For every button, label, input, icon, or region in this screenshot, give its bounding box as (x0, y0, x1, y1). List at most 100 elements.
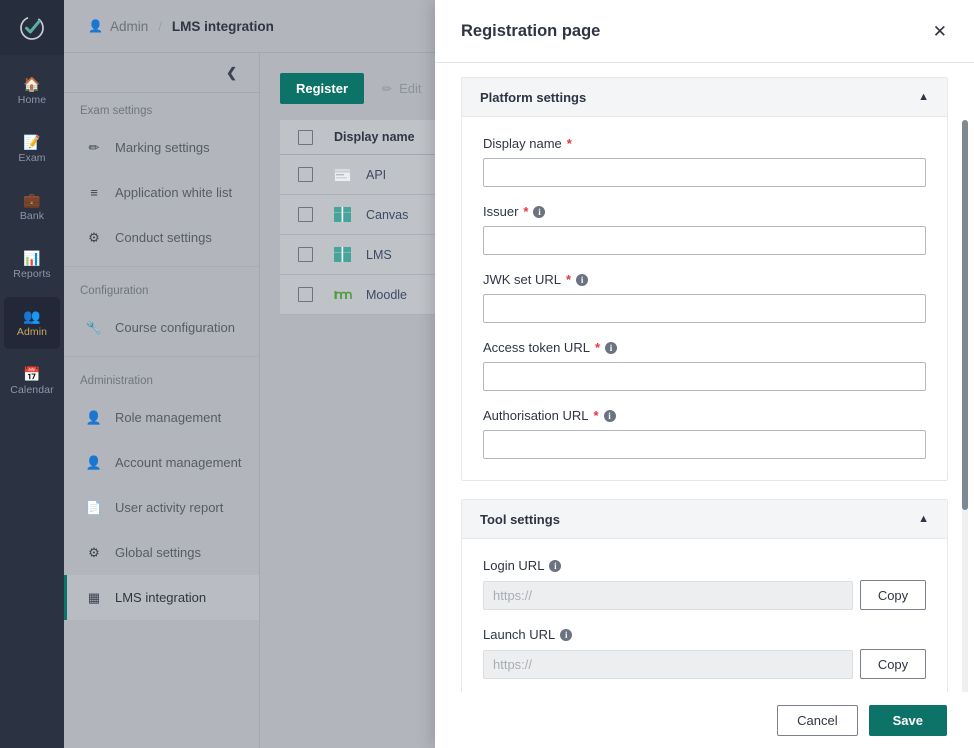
rail-item-bank[interactable]: 💼 Bank (4, 181, 60, 233)
modal-body: Platform settings ▲ Display name * Issue… (435, 63, 974, 692)
display-name-input[interactable] (483, 158, 926, 187)
gear-icon: ⚙ (88, 544, 100, 560)
edit-button: ✏ Edit (370, 73, 433, 104)
field-access-token-url: Access token URL * i (483, 340, 926, 391)
breadcrumb-parent[interactable]: Admin (110, 19, 148, 34)
info-icon[interactable]: i (560, 628, 573, 641)
sidebar-item-user-activity-report[interactable]: 📄 User activity report (64, 485, 259, 530)
tool-settings-header[interactable]: Tool settings ▲ (462, 500, 947, 539)
sidebar-item-marking-settings[interactable]: ✏ Marking settings (64, 125, 259, 170)
admin-user-icon: 👤 (88, 19, 103, 33)
sidebar-item-label: Conduct settings (115, 230, 212, 245)
info-icon[interactable]: i (605, 341, 617, 354)
modal-title: Registration page (461, 21, 601, 40)
sidebar-item-label: Account management (115, 455, 242, 470)
sidebar-divider (64, 356, 259, 357)
rail-item-admin[interactable]: 👥 Admin (4, 297, 60, 349)
jwk-set-url-input[interactable] (483, 294, 926, 323)
row-checkbox[interactable] (298, 167, 313, 182)
required-asterisk: * (594, 340, 600, 355)
sidebar-item-role-management[interactable]: 👤 Role management (64, 395, 259, 440)
rail-item-label: Exam (18, 151, 46, 164)
sidebar-collapse-button[interactable]: ❮ (64, 53, 259, 93)
rail-item-reports[interactable]: 📊 Reports (4, 239, 60, 291)
sidebar-item-lms-integration[interactable]: ▦ LMS integration (64, 575, 259, 620)
canvas-box-icon (334, 207, 352, 223)
sidebar-item-label: Application white list (115, 185, 233, 200)
copy-launch-url-button[interactable]: Copy (860, 649, 926, 679)
row-checkbox[interactable] (298, 287, 313, 302)
sidebar-item-label: User activity report (115, 500, 224, 515)
sidebar-divider (64, 266, 259, 267)
info-icon[interactable]: i (576, 273, 589, 286)
primary-nav-rail: 🏠 Home 📝 Exam 💼 Bank 📊 Reports 👥 Admin 📅 (0, 0, 64, 748)
chevron-up-icon[interactable]: ▲ (918, 513, 929, 525)
modal-scrollbar[interactable] (962, 120, 968, 692)
required-asterisk: * (523, 204, 529, 219)
file-search-icon: 📄 (85, 499, 103, 515)
sidebar-item-course-configuration[interactable]: 🔧 Course configuration (64, 305, 259, 350)
save-button[interactable]: Save (868, 704, 947, 736)
rail-item-home[interactable]: 🏠 Home (4, 65, 60, 117)
required-asterisk: * (593, 408, 599, 423)
close-icon[interactable]: ✕ (933, 23, 947, 40)
login-url-input[interactable] (483, 580, 853, 610)
field-label: Authorisation URL * i (483, 408, 926, 423)
lms-box-icon (334, 247, 352, 263)
sitemap-icon: ▦ (87, 589, 101, 605)
modal-header: Registration page ✕ (435, 0, 974, 63)
field-login-url: Login URL i Copy (483, 558, 926, 610)
cancel-button[interactable]: Cancel (777, 704, 858, 736)
sidebar-item-global-settings[interactable]: ⚙ Global settings (64, 530, 259, 575)
register-button[interactable]: Register (280, 73, 365, 104)
section-title: Tool settings (480, 511, 560, 527)
field-label-text: Issuer (483, 204, 519, 219)
field-display-name: Display name * (483, 136, 926, 187)
rail-item-label: Calendar (10, 383, 54, 396)
platform-settings-header[interactable]: Platform settings ▲ (462, 78, 947, 117)
row-checkbox[interactable] (298, 247, 313, 262)
launch-url-input[interactable] (483, 649, 853, 679)
rail-item-calendar[interactable]: 📅 Calendar (4, 355, 60, 407)
copy-login-url-button[interactable]: Copy (860, 580, 926, 610)
info-icon[interactable]: i (603, 409, 616, 422)
rail-item-exam[interactable]: 📝 Exam (4, 123, 60, 175)
sidebar-group-label: Administration (80, 375, 153, 387)
pencil-icon: ✏ (88, 139, 100, 155)
sidebar-group-label: Exam settings (80, 105, 153, 117)
rail-item-label: Reports (13, 267, 51, 280)
tool-settings-section: Tool settings ▲ Login URL i Copy (461, 499, 948, 692)
row-display-name: Canvas (366, 207, 409, 222)
scrollbar-thumb[interactable] (962, 120, 968, 510)
access-token-url-input[interactable] (483, 362, 926, 391)
admin-user-icon: 👥 (23, 307, 41, 324)
required-asterisk: * (566, 272, 572, 287)
breadcrumb-separator: / (158, 18, 162, 34)
authorisation-url-input[interactable] (483, 430, 926, 459)
sidebar-item-application-white-list[interactable]: ≡ Application white list (64, 170, 259, 215)
secondary-sidebar: ❮ Exam settings ✏ Marking settings ≡ App… (64, 53, 260, 748)
modal-scroll-area: Platform settings ▲ Display name * Issue… (461, 77, 948, 692)
select-all-checkbox[interactable] (298, 129, 313, 145)
sliders-icon: ⚙ (88, 229, 100, 245)
info-icon[interactable]: i (533, 205, 546, 218)
field-label: Access token URL * i (483, 340, 926, 355)
chevron-up-icon[interactable]: ▲ (918, 91, 929, 103)
field-label: Display name * (483, 136, 926, 151)
app-logo[interactable] (0, 0, 64, 55)
field-label-text: Access token URL (483, 340, 590, 355)
row-checkbox[interactable] (298, 207, 313, 222)
list-icon: ≡ (90, 185, 98, 200)
sidebar-item-label: Marking settings (115, 140, 210, 155)
sidebar-item-account-management[interactable]: 👤 Account management (64, 440, 259, 485)
field-label-text: Login URL (483, 558, 545, 573)
rail-item-list: 🏠 Home 📝 Exam 💼 Bank 📊 Reports 👥 Admin 📅 (0, 65, 64, 413)
rail-item-label: Home (17, 93, 47, 106)
tool-settings-body: Login URL i Copy Launch URL i (462, 539, 947, 692)
issuer-input[interactable] (483, 226, 926, 255)
sidebar-item-conduct-settings[interactable]: ⚙ Conduct settings (64, 215, 259, 260)
field-label: Launch URL i (483, 627, 926, 642)
info-icon[interactable]: i (549, 559, 562, 572)
login-url-row: Copy (483, 580, 926, 610)
field-label: Login URL i (483, 558, 926, 573)
